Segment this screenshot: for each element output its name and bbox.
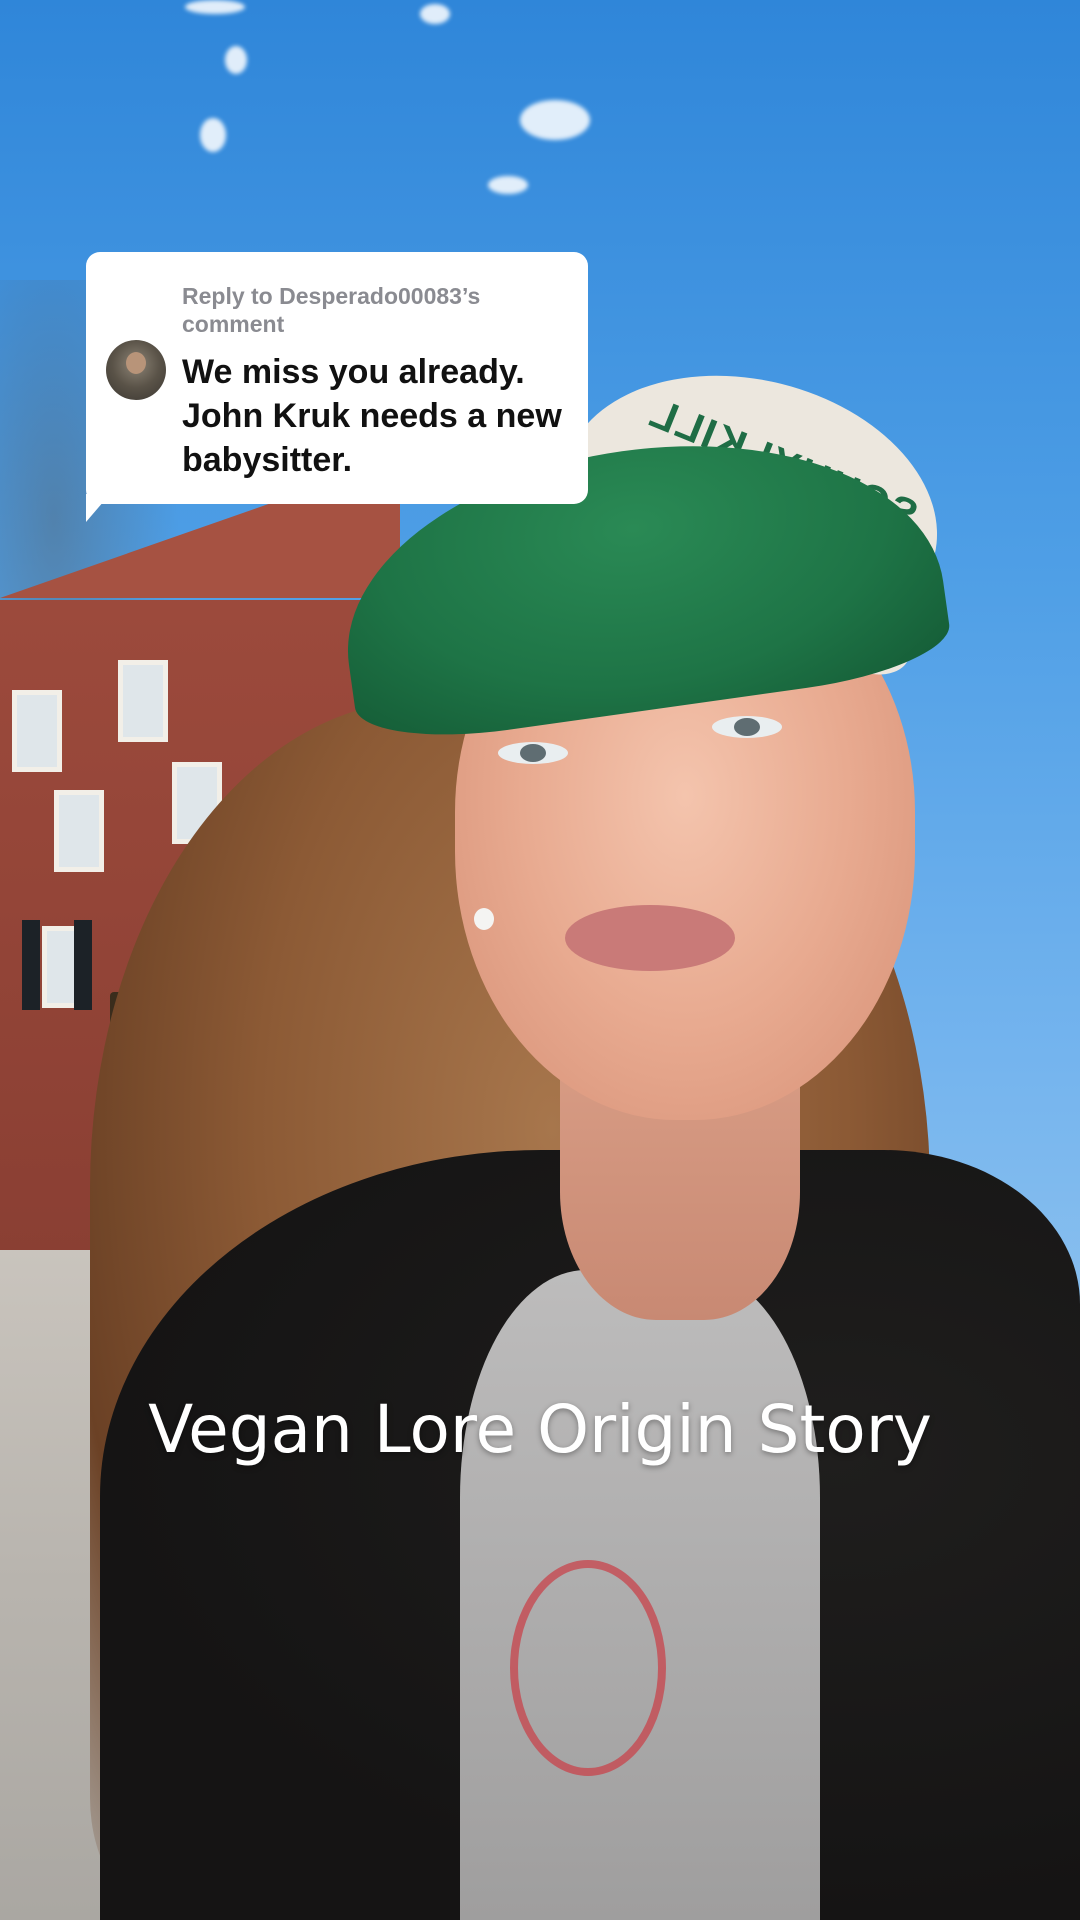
window-shutter — [22, 920, 40, 1010]
reply-comment-sticker[interactable]: Reply to Desperado00083’s comment We mis… — [86, 252, 588, 504]
cloud — [185, 0, 245, 14]
cloud — [420, 4, 450, 24]
lips — [565, 905, 735, 971]
eye — [498, 742, 568, 764]
sticker-tail — [86, 494, 110, 522]
eye — [712, 716, 782, 738]
earring — [474, 908, 494, 930]
window — [12, 690, 62, 772]
cloud — [225, 46, 247, 74]
cloud — [488, 176, 528, 194]
comment-text: We miss you already. John Kruk needs a n… — [182, 353, 562, 479]
reply-meta: Reply to Desperado00083’s comment — [182, 282, 564, 338]
shirt-flower-print — [510, 1560, 666, 1776]
video-frame[interactable]: SCHUYLKILL Reply to Desperado00083’s com… — [0, 0, 1080, 1920]
video-caption: Vegan Lore Origin Story — [148, 1391, 932, 1468]
cloud — [520, 100, 590, 140]
window — [118, 660, 168, 742]
cloud — [200, 118, 226, 152]
commenter-avatar[interactable] — [106, 340, 166, 400]
window-shutter — [74, 920, 92, 1010]
commenter-username[interactable]: Desperado00083 — [279, 283, 462, 309]
window — [54, 790, 104, 872]
reply-prefix: Reply to — [182, 283, 273, 309]
